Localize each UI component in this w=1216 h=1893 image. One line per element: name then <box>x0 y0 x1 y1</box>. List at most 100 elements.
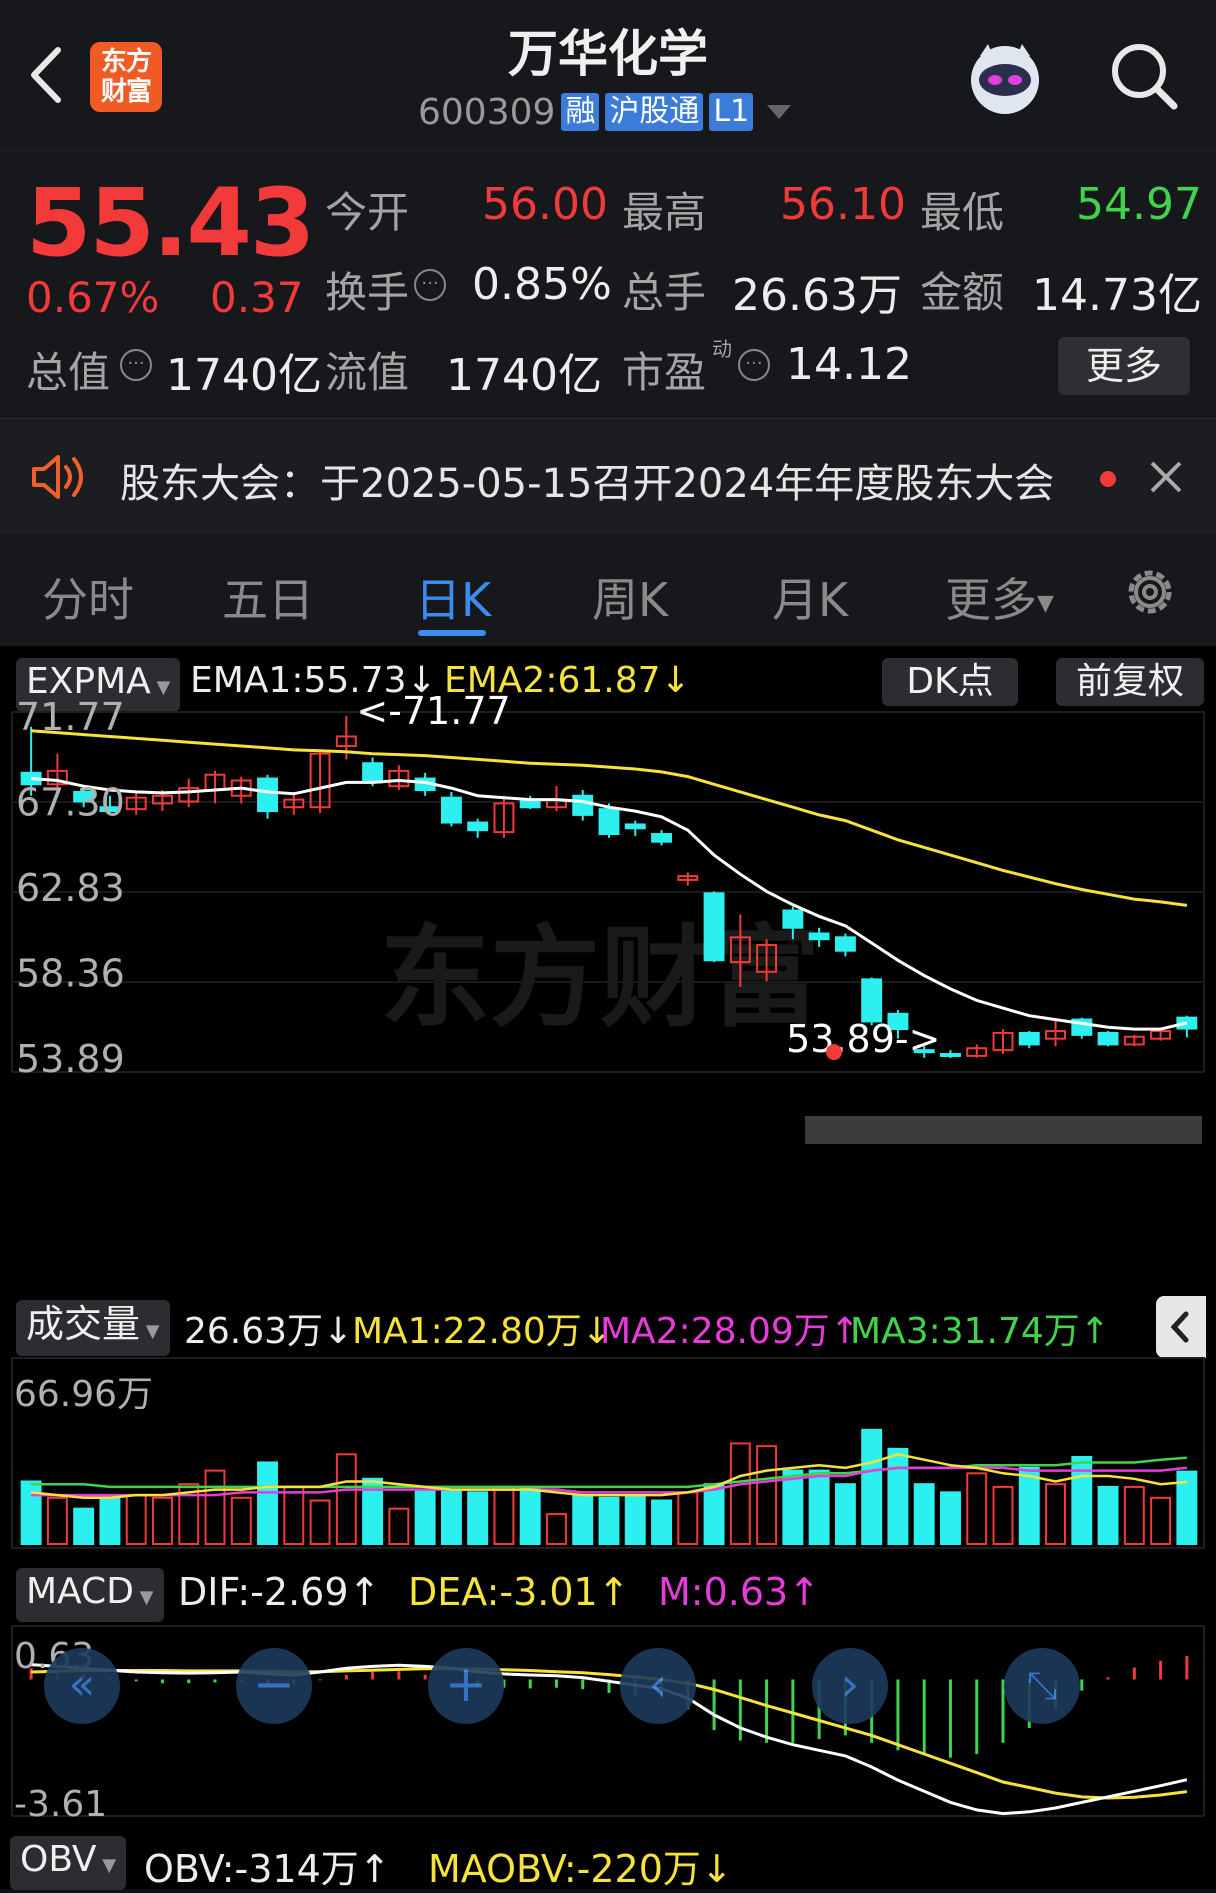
price-axis-label: 53.89 <box>16 1037 125 1081</box>
volume-bar <box>46 1496 68 1546</box>
volume-bar <box>152 1496 173 1546</box>
pe-label: 市盈 <box>622 348 707 397</box>
mktcap-value: 1740亿 <box>166 350 322 401</box>
tab-intraday[interactable]: 分时 <box>42 564 134 630</box>
pan-left-button[interactable]: ‹ <box>620 1648 696 1724</box>
vol-ma3-line <box>31 1456 1187 1489</box>
speaker-icon <box>30 451 88 503</box>
candle-body <box>808 932 830 941</box>
tab-active-underline <box>418 630 486 636</box>
volume-bar <box>940 1491 961 1546</box>
volume-bar <box>651 1499 672 1546</box>
volume-bar <box>729 1442 751 1545</box>
low-value: 54.97 <box>1076 179 1202 230</box>
candle-body <box>624 823 646 830</box>
price-axis-label: 62.83 <box>16 866 125 910</box>
price-axis-label: 67.30 <box>16 781 125 825</box>
volume-bar <box>73 1507 95 1545</box>
app-header: 东方财富 万华化学 600309 融 沪股通 L1 <box>0 0 1216 150</box>
candle-body <box>861 978 883 1023</box>
watermark: 东方财富 <box>380 914 820 1042</box>
volume-bar <box>992 1485 1014 1545</box>
volume-bar <box>283 1485 305 1545</box>
candle-body <box>257 777 278 813</box>
tab-weekly-k[interactable]: 周K <box>592 564 668 630</box>
tab-more[interactable]: 更多▼ <box>945 564 1054 630</box>
unread-dot <box>1100 471 1116 487</box>
robot-avatar-icon[interactable] <box>962 36 1048 122</box>
fullscreen-button[interactable]: ⤡ <box>1004 1648 1080 1724</box>
volume-bar <box>834 1483 856 1546</box>
macd-axis-bottom-label: -3.61 <box>14 1784 107 1825</box>
volume-bar <box>1097 1485 1119 1545</box>
volume-bar <box>1150 1496 1172 1546</box>
zoom-in-button[interactable]: + <box>428 1648 504 1724</box>
candle-body <box>651 833 672 843</box>
notice-text: 股东大会：于2025-05-15召开2024年年度股东大会 <box>120 461 1055 507</box>
volume-bar <box>99 1496 121 1546</box>
volume-bar <box>493 1485 515 1545</box>
tab-monthly-k[interactable]: 月K <box>772 564 848 630</box>
volume-bar <box>624 1494 646 1545</box>
volume-bar <box>546 1513 567 1546</box>
search-icon[interactable] <box>1108 40 1180 112</box>
price-axis-label: 58.36 <box>16 952 125 996</box>
turnover-label: 换手 <box>325 268 410 317</box>
tab-five-day[interactable]: 五日 <box>222 564 314 630</box>
price-axis-label: 71.77 <box>16 695 125 739</box>
float-value: 1740亿 <box>446 350 602 401</box>
candle-body <box>519 800 541 809</box>
volume-bar <box>1045 1483 1066 1546</box>
volume-bar <box>467 1491 489 1546</box>
candle-body <box>703 892 725 962</box>
high-marker: <-71.77 <box>356 689 510 733</box>
chevron-down-icon[interactable] <box>767 105 792 119</box>
candle-body <box>1018 1031 1040 1046</box>
gear-icon[interactable] <box>1120 562 1180 622</box>
candle-body <box>598 808 620 836</box>
tab-more-label: 更多 <box>945 573 1037 627</box>
last-price: 55.43 <box>26 169 315 278</box>
volume-label: 总手 <box>622 268 707 317</box>
back-arrow-icon[interactable] <box>20 40 70 110</box>
app-logo: 东方财富 <box>90 42 162 112</box>
volume-bar <box>388 1507 410 1545</box>
info-icon[interactable]: ··· <box>120 349 152 381</box>
info-icon[interactable]: ··· <box>738 349 770 381</box>
more-button[interactable]: 更多 <box>1058 337 1190 395</box>
high-value: 56.10 <box>780 179 906 230</box>
tab-daily-k[interactable]: 日K <box>415 564 491 630</box>
page-title: 万华化学 <box>508 25 708 83</box>
amount-value: 14.73亿 <box>1032 270 1202 321</box>
float-label: 流值 <box>325 348 410 397</box>
rewind-button[interactable]: « <box>44 1648 120 1724</box>
connect-tag: 沪股通 <box>605 93 704 131</box>
volume-bar <box>966 1472 988 1545</box>
mktcap-label: 总值 <box>26 348 111 397</box>
volume-bar <box>1123 1485 1145 1545</box>
stock-code-row: 600309 融 沪股通 L1 <box>418 90 792 134</box>
change-amount: 0.37 <box>210 273 304 322</box>
candle-body <box>834 936 856 952</box>
open-label: 今开 <box>325 188 410 237</box>
volume-bar <box>782 1469 804 1546</box>
zoom-out-button[interactable]: − <box>236 1648 312 1724</box>
close-icon[interactable] <box>1146 457 1186 497</box>
candle-body <box>467 821 489 832</box>
turnover-value: 0.85% <box>472 259 612 310</box>
candle-body <box>782 909 804 929</box>
info-icon[interactable]: ··· <box>414 269 446 301</box>
low-marker: 53.89-> <box>786 1017 940 1061</box>
notice-bar[interactable]: 股东大会：于2025-05-15召开2024年年度股东大会 <box>0 418 1216 534</box>
open-value: 56.00 <box>482 179 608 230</box>
chart-area[interactable]: EXPMA ▼ EMA1:55.73↓ EMA2:61.87↓ DK点 前复权 … <box>0 646 1216 1891</box>
caret-down-icon: ▼ <box>1037 591 1054 616</box>
low-label: 最低 <box>920 188 1005 237</box>
volume-bar <box>703 1483 725 1546</box>
pan-right-button[interactable]: › <box>812 1648 888 1724</box>
volume-bar <box>913 1483 935 1546</box>
volume-axis-label: 66.96万 <box>14 1374 153 1415</box>
volume-bar <box>756 1445 778 1545</box>
margin-tag: 融 <box>561 93 600 131</box>
volume-bar <box>598 1496 620 1546</box>
